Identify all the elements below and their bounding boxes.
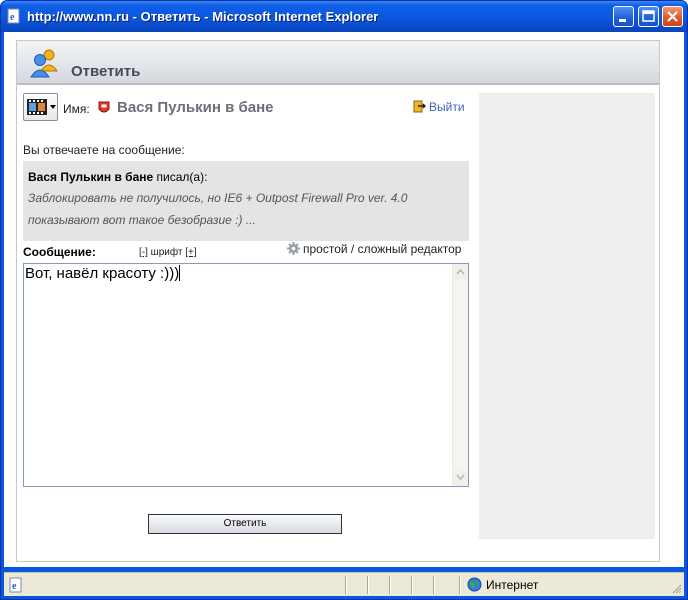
svg-text:e: e: [12, 581, 17, 592]
reply-form: Имя: Вася Пулькин в бане Выйти Вы отвеча…: [23, 93, 469, 553]
maximize-button[interactable]: [638, 6, 659, 27]
door-exit-icon: [413, 100, 426, 113]
chevron-down-icon: [456, 474, 465, 481]
status-divider: [459, 576, 461, 594]
status-divider: [389, 576, 391, 594]
scroll-up-button[interactable]: [453, 264, 468, 280]
editor-mode-switch[interactable]: простой / сложный редактор: [287, 242, 461, 256]
submit-reply-button[interactable]: Ответить: [148, 514, 342, 534]
scroll-down-button[interactable]: [453, 470, 468, 486]
quoted-message: Вася Пулькин в бане писал(а): Заблокиров…: [23, 161, 469, 241]
browser-window: e http://www.nn.ru - Ответить - Microsof…: [0, 0, 688, 600]
chevron-up-icon: [456, 268, 465, 275]
status-bar: e Интернет: [4, 572, 684, 596]
page-content: Ответить Имя: Вася Пулькин в бане Выйти …: [4, 32, 684, 567]
status-divider: [367, 576, 369, 594]
gear-icon: [287, 242, 300, 255]
minimize-icon: [619, 19, 626, 22]
status-divider: [411, 576, 413, 594]
quote-line-1: Заблокировать не получилось, но IE6 + Ou…: [28, 191, 408, 205]
message-text: Вот, навёл красоту :))): [25, 265, 180, 282]
quote-author: Вася Пулькин в бане: [28, 170, 154, 184]
chevron-down-icon: [50, 105, 56, 109]
film-icon: [27, 99, 47, 115]
font-label: шрифт: [147, 247, 186, 258]
title-bar[interactable]: e http://www.nn.ru - Ответить - Microsof…: [1, 1, 687, 32]
logout-link[interactable]: Выйти: [413, 100, 465, 114]
font-size-control: [-] шрифт [+]: [139, 247, 197, 258]
avatar-dropdown[interactable]: [23, 93, 58, 121]
font-decrease-button[interactable]: [-]: [139, 247, 148, 258]
text-caret: [179, 265, 181, 281]
maximize-icon: [642, 10, 655, 22]
resize-grip-icon[interactable]: [670, 582, 682, 594]
name-label: Имя:: [63, 102, 90, 116]
editor-mode-label: простой / сложный редактор: [303, 242, 462, 256]
user-badge-icon: [98, 101, 110, 113]
quote-line-2: показывают вот такое безобразие :) ...: [28, 213, 256, 227]
reply-intro: Вы отвечаете на сообщение:: [23, 143, 185, 157]
quote-wrote: писал(а):: [153, 170, 208, 184]
message-textarea[interactable]: Вот, навёл красоту :))): [23, 263, 469, 487]
close-icon: [667, 11, 678, 22]
security-zone-label: Интернет: [486, 578, 539, 592]
status-divider: [345, 576, 347, 594]
page-title: Ответить: [71, 63, 141, 80]
quote-header: Вася Пулькин в бане писал(а):: [28, 167, 463, 187]
window-title: http://www.nn.ru - Ответить - Microsoft …: [27, 9, 379, 24]
sidebar-area: [479, 93, 655, 539]
panel-header: Ответить: [17, 41, 659, 85]
textarea-scrollbar[interactable]: [452, 264, 468, 486]
font-increase-button[interactable]: [+]: [185, 247, 196, 258]
ie-page-icon: e: [7, 8, 20, 24]
globe-icon: [467, 577, 482, 592]
ie-page-icon: e: [9, 577, 22, 593]
logout-label: Выйти: [429, 100, 465, 114]
user-name: Вася Пулькин в бане: [117, 99, 274, 116]
security-zone: Интернет: [467, 577, 538, 592]
status-divider: [433, 576, 435, 594]
message-label: Сообщение:: [23, 245, 96, 259]
reply-panel: Ответить Имя: Вася Пулькин в бане Выйти …: [16, 40, 660, 562]
minimize-button[interactable]: [613, 6, 634, 27]
svg-text:e: e: [10, 12, 15, 23]
close-button[interactable]: [662, 6, 683, 27]
users-icon: [30, 49, 58, 78]
